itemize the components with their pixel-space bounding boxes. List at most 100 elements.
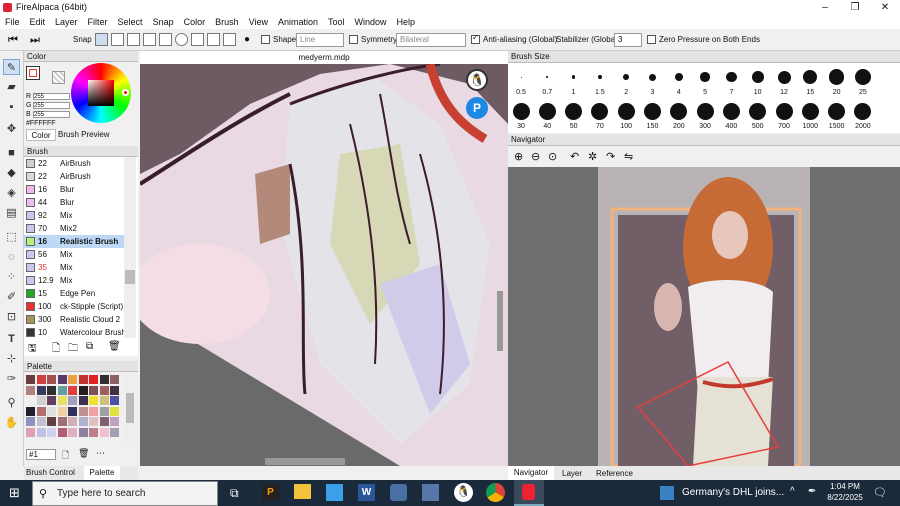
news-ticker[interactable]: Germany's DHL joins... [682, 487, 784, 498]
brush-size-option[interactable]: 3 [640, 65, 666, 99]
flip-icon[interactable]: ⇋ [624, 150, 633, 163]
brush-item[interactable]: 44 Blur [24, 196, 124, 209]
menu-layer[interactable]: Layer [50, 15, 83, 29]
word-icon[interactable]: W [358, 484, 375, 501]
magic-wand-icon[interactable]: ⁘ [3, 269, 20, 285]
color-wheel[interactable] [71, 63, 131, 123]
palette-swatch[interactable] [89, 396, 98, 405]
rotate-right-icon[interactable]: ↷ [606, 150, 615, 163]
hand-tool-icon[interactable]: ✋ [3, 415, 20, 431]
snap-grid-icon[interactable] [207, 33, 220, 46]
snap-curve-icon[interactable] [191, 33, 204, 46]
brush-folder-icon[interactable]: 🗀 [68, 341, 78, 358]
canvas-area[interactable]: medyerm.mdp 🐧 P [140, 51, 508, 466]
brush-size-option[interactable]: 1500 [824, 99, 850, 133]
palette-swatch[interactable] [99, 406, 109, 416]
palette-swatch[interactable] [57, 375, 67, 384]
prev-frame-icon[interactable]: ⏮ [8, 33, 18, 47]
brush-size-option[interactable]: 50 [561, 99, 587, 133]
palette-swatch[interactable] [47, 406, 56, 416]
palette-swatch[interactable] [110, 427, 119, 437]
eyedropper-tool-icon[interactable]: ⚲ [3, 395, 20, 411]
palette-swatch[interactable] [89, 417, 98, 426]
zero-pressure-checkbox[interactable] [647, 35, 656, 44]
palette-swatch[interactable] [57, 385, 67, 395]
artwork-canvas[interactable] [140, 64, 508, 466]
pen-tray-icon[interactable]: ✒ [808, 486, 816, 497]
palette-swatch[interactable] [47, 385, 56, 395]
palette-swatch[interactable] [57, 417, 67, 426]
palette-swatch[interactable] [36, 396, 46, 405]
brush-item[interactable]: 16 Blur [24, 183, 124, 196]
palette-swatch[interactable] [110, 396, 119, 405]
bucket-tool-icon[interactable]: ◆ [3, 165, 20, 181]
palette-swatch[interactable] [68, 385, 77, 395]
r-field[interactable]: 255 [33, 93, 70, 100]
zoom-out-icon[interactable]: ⊖ [531, 150, 540, 163]
hex-field[interactable]: #FFFFFF [26, 120, 56, 127]
menu-select[interactable]: Select [113, 15, 148, 29]
lasso-tool-icon[interactable]: ◌ [3, 249, 20, 265]
task-view-icon[interactable]: ⧉ [230, 486, 239, 501]
palette-selector[interactable]: #1 [26, 449, 56, 460]
brush-size-option[interactable]: 40 [534, 99, 560, 133]
taskbar-search[interactable]: ⚲ Type here to search [32, 481, 218, 506]
palette-swatch[interactable] [99, 375, 109, 384]
brush-size-option[interactable]: 25 [850, 65, 876, 99]
brush-size-option[interactable]: 1.5 [587, 65, 613, 99]
menu-view[interactable]: View [244, 15, 273, 29]
menu-animation[interactable]: Animation [273, 15, 323, 29]
snap-circle-icon[interactable] [175, 33, 188, 46]
brush-size-option[interactable]: 70 [587, 99, 613, 133]
palette-swatch[interactable] [78, 406, 88, 416]
palette-swatch[interactable] [26, 427, 35, 437]
palette-swatch[interactable] [47, 427, 56, 437]
tab-palette[interactable]: Palette [84, 466, 120, 480]
minimize-button[interactable]: – [810, 0, 840, 15]
palette-swatch[interactable] [26, 375, 35, 384]
gradient-tool-icon[interactable]: ▤ [3, 205, 20, 221]
brush-save-icon[interactable]: 🖫 [28, 341, 37, 358]
penguin-icon[interactable]: 🐧 [466, 69, 488, 91]
canvas-vscrollbar[interactable] [497, 291, 503, 351]
picsart-taskbar-icon[interactable]: P [262, 484, 279, 501]
tray-chevron-icon[interactable]: ^ [790, 486, 795, 497]
palette-swatch[interactable] [68, 417, 77, 426]
brush-size-option[interactable]: 2 [613, 65, 639, 99]
palette-swatch[interactable] [26, 417, 35, 426]
palette-swatch[interactable] [57, 396, 67, 405]
notification-icon[interactable]: 🗨 [873, 486, 887, 499]
brush-item[interactable]: 70 Mix2 [24, 222, 124, 235]
snap-vanish-icon[interactable] [143, 33, 156, 46]
palette-swatch[interactable] [47, 375, 56, 384]
shape-checkbox[interactable] [261, 35, 270, 44]
palette-swatch[interactable] [68, 396, 77, 405]
palette-more-icon[interactable]: ⋯ [96, 448, 105, 459]
brush-item[interactable]: 15 Edge Pen [24, 287, 124, 300]
palette-swatch[interactable] [89, 375, 98, 384]
brush-delete-icon[interactable]: 🗑 [108, 341, 121, 352]
palette-swatch[interactable] [36, 417, 46, 426]
brush-size-option[interactable]: 20 [824, 65, 850, 99]
snap-settings-icon[interactable]: ● [244, 33, 250, 47]
palette-swatch[interactable] [99, 385, 109, 395]
canvas-hscrollbar[interactable] [265, 458, 345, 465]
tab-brush-preview[interactable]: Brush Preview [58, 129, 110, 140]
palette-swatch[interactable] [78, 427, 88, 437]
b-field[interactable]: 255 [33, 111, 70, 118]
app-icon-2[interactable] [326, 484, 343, 501]
fill-tool-icon[interactable]: ◈ [3, 185, 20, 201]
menu-file[interactable]: File [0, 15, 25, 29]
brush-item[interactable]: 100 ck-Stipple (Script) [24, 300, 124, 313]
palette-swatch[interactable] [89, 385, 98, 395]
calculator-icon[interactable] [422, 484, 439, 501]
palette-swatch[interactable] [78, 417, 88, 426]
divide-tool-icon[interactable]: ✑ [3, 371, 20, 387]
brush-item[interactable]: 22 AirBrush [24, 157, 124, 170]
palette-swatch[interactable] [89, 427, 98, 437]
brush-size-option[interactable]: 5 [692, 65, 718, 99]
palette-swatch[interactable] [26, 406, 35, 416]
operation-tool-icon[interactable]: ⊹ [3, 351, 20, 367]
brush-size-option[interactable]: 0.7 [534, 65, 560, 99]
brush-size-option[interactable]: 2000 [850, 99, 876, 133]
